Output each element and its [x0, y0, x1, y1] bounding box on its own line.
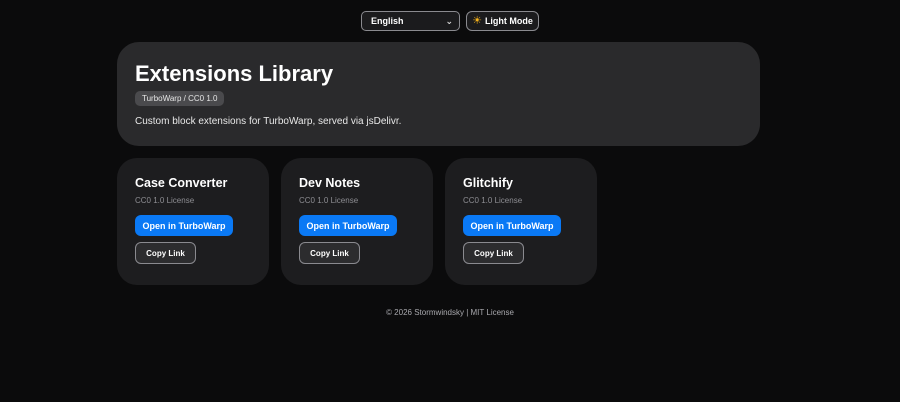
- light-mode-button[interactable]: ☀ Light Mode: [466, 11, 539, 31]
- open-in-turbowarp-button[interactable]: Open in TurboWarp: [135, 215, 233, 236]
- footer-text: © 2026 Stormwindsky | MIT License: [386, 308, 514, 317]
- copy-link-button[interactable]: Copy Link: [463, 242, 524, 264]
- top-toolbar: English ⌄ ☀ Light Mode: [0, 11, 900, 31]
- open-in-turbowarp-button[interactable]: Open in TurboWarp: [463, 215, 561, 236]
- page-title: Extensions Library: [135, 61, 334, 86]
- extension-title: Glitchify: [463, 176, 514, 190]
- extension-license: CC0 1.0 License: [135, 196, 195, 205]
- extension-card-glitchify: Glitchify CC0 1.0 License Open in TurboW…: [445, 158, 597, 285]
- sun-icon: ☀: [472, 14, 482, 27]
- extension-cards: Case Converter CC0 1.0 License Open in T…: [117, 158, 597, 285]
- open-in-turbowarp-button[interactable]: Open in TurboWarp: [299, 215, 397, 236]
- copy-link-button[interactable]: Copy Link: [135, 242, 196, 264]
- extension-title: Dev Notes: [299, 176, 361, 190]
- copy-link-button[interactable]: Copy Link: [299, 242, 360, 264]
- extension-title: Case Converter: [135, 176, 228, 190]
- extension-license: CC0 1.0 License: [299, 196, 359, 205]
- extension-card-dev-notes: Dev Notes CC0 1.0 License Open in TurboW…: [281, 158, 433, 285]
- hero-panel: Extensions Library TurboWarp / CC0 1.0 C…: [117, 42, 760, 146]
- license-badge: TurboWarp / CC0 1.0: [135, 91, 225, 106]
- extension-license: CC0 1.0 License: [463, 196, 523, 205]
- extension-card-case-converter: Case Converter CC0 1.0 License Open in T…: [117, 158, 269, 285]
- language-select[interactable]: English ⌄: [361, 11, 460, 31]
- chevron-down-icon: ⌄: [445, 15, 453, 26]
- page-description: Custom block extensions for TurboWarp, s…: [135, 116, 402, 127]
- language-select-value: English: [371, 16, 404, 26]
- light-mode-label: Light Mode: [484, 16, 533, 26]
